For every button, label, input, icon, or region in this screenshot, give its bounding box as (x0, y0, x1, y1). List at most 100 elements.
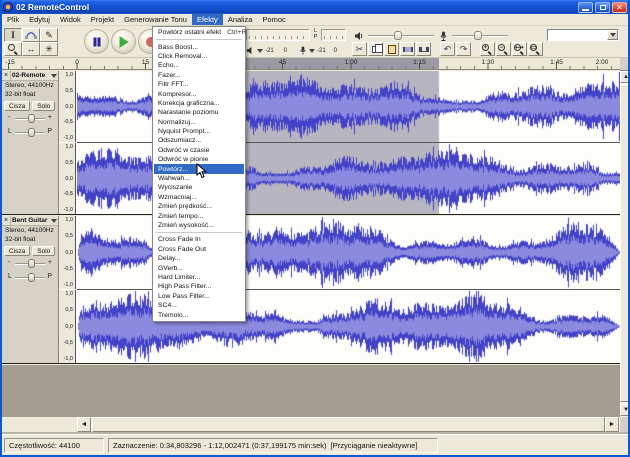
menu-plik[interactable]: Plik (2, 14, 24, 25)
effects-menu-item[interactable]: Low Pass Filter... (154, 292, 244, 301)
effects-menu-item[interactable]: Fazer... (154, 71, 244, 80)
gain-slider[interactable]: - + (6, 258, 54, 270)
effects-menu-item[interactable]: Wzmacniaj... (154, 193, 244, 202)
effects-menu-item[interactable]: SC4... (154, 301, 244, 310)
track-menu-icon[interactable] (51, 219, 57, 223)
track-menu-icon[interactable] (51, 74, 57, 78)
input-volume-slider[interactable] (452, 31, 508, 40)
selection-tool-icon[interactable]: I (4, 28, 22, 42)
menu-analiza[interactable]: Analiza (223, 14, 258, 25)
effects-menu-item[interactable]: Odwróć w czasie (154, 146, 244, 155)
effects-menu-item[interactable]: Tremolo... (154, 310, 244, 319)
effects-menu-item[interactable]: Odszumiacz... (154, 136, 244, 145)
effects-menu-item[interactable]: Korekcja graficzna... (154, 99, 244, 108)
menu-edytuj[interactable]: Edytuj (24, 14, 55, 25)
slider-thumb[interactable] (28, 259, 35, 268)
scrollbar-thumb[interactable] (92, 417, 605, 432)
title-bar[interactable]: 02 RemoteControl ✕ (0, 0, 630, 14)
effects-menu-item[interactable]: Powtórz ostatni efektCtrl+R (154, 28, 244, 37)
menu-pomoc[interactable]: Pomoc (257, 14, 290, 25)
effects-menu-item[interactable]: Zmień tempo... (154, 211, 244, 220)
play-button[interactable] (111, 29, 136, 54)
gain-slider[interactable]: - + (6, 113, 54, 125)
horizontal-scrollbar[interactable]: ◄ ► (2, 417, 620, 432)
vertical-scrollbar[interactable]: ▲ ▼ (620, 71, 630, 417)
effects-menu-item[interactable]: Normalizuj... (154, 118, 244, 127)
effects-menu-item[interactable]: Echo... (154, 61, 244, 70)
effects-menu-item[interactable]: Filtr FFT... (154, 80, 244, 89)
menu-efekty[interactable]: Efekty (192, 14, 223, 25)
slider-thumb[interactable] (28, 273, 35, 282)
zoom-out-button[interactable]: − (496, 42, 511, 56)
track-title[interactable]: Bent Guitar (11, 217, 50, 224)
silence-button[interactable] (416, 42, 431, 56)
mute-button[interactable]: Cisza (4, 101, 30, 111)
pan-slider[interactable]: L P (6, 272, 54, 284)
trim-button[interactable] (400, 42, 415, 56)
time-shift-tool-icon[interactable]: ↔ (22, 42, 40, 56)
effects-menu-item[interactable]: High Pass Filter... (154, 282, 244, 291)
slider-thumb[interactable] (28, 114, 35, 123)
slider-thumb[interactable] (474, 31, 482, 40)
zoom-tool-icon[interactable] (4, 42, 22, 56)
track-close-button[interactable]: × (2, 71, 11, 80)
restore-button[interactable] (595, 2, 610, 13)
menu-projekt[interactable]: Projekt (86, 14, 119, 25)
vertical-ruler[interactable]: 1,00,50,0-0,5-1,0 (59, 216, 76, 289)
timeline-ruler[interactable]: -1501530451:001:151:301:452:00 (2, 58, 620, 70)
effects-menu-item[interactable]: Bass Boost... (154, 42, 244, 51)
chevron-down-icon[interactable] (257, 49, 263, 53)
cut-button[interactable]: ✂ (352, 42, 367, 56)
envelope-tool-icon[interactable] (22, 28, 40, 42)
paste-button[interactable] (384, 42, 399, 56)
output-meter[interactable] (246, 29, 310, 41)
menu-generowanie-tonu[interactable]: Generowanie Tonu (119, 14, 192, 25)
pause-button[interactable] (84, 29, 109, 54)
effects-menu-item[interactable]: Narastanie poziomu (154, 108, 244, 117)
effects-menu-item[interactable]: Zmień prędkość... (154, 202, 244, 211)
multi-tool-icon[interactable]: ✳ (40, 42, 58, 56)
vertical-ruler[interactable]: 1,00,50,0-0,5-1,0 (59, 71, 76, 142)
effects-menu-item[interactable]: Zmień wysokość... (154, 221, 244, 230)
scroll-left-button[interactable]: ◄ (77, 417, 91, 432)
scroll-down-button[interactable]: ▼ (620, 404, 630, 416)
slider-thumb[interactable] (28, 128, 35, 137)
effects-menu-item[interactable]: Nyquist Prompt... (154, 127, 244, 136)
vertical-ruler[interactable]: 1,00,50,0-0,5-1,0 (59, 290, 76, 363)
combo-arrow-button[interactable] (607, 30, 618, 40)
undo-button[interactable]: ↶ (440, 42, 455, 56)
copy-button[interactable] (368, 42, 383, 56)
solo-button[interactable]: Solo (32, 246, 55, 256)
effects-menu-item[interactable]: GVerb... (154, 263, 244, 272)
scrollbar-thumb[interactable] (620, 84, 630, 402)
output-volume-slider[interactable] (368, 31, 434, 40)
solo-button[interactable]: Solo (32, 101, 55, 111)
input-source-select[interactable] (547, 29, 619, 41)
effects-menu-item[interactable]: Hard Limiter... (154, 273, 244, 282)
effects-menu-item[interactable]: Click Removal... (154, 52, 244, 61)
mute-button[interactable]: Cisza (4, 246, 30, 256)
scroll-up-button[interactable]: ▲ (620, 71, 630, 83)
vertical-ruler[interactable]: 1,00,50,0-0,5-1,0 (59, 143, 76, 214)
pan-slider[interactable]: L P (6, 127, 54, 139)
draw-tool-icon[interactable]: ✎ (40, 28, 58, 42)
meter-toolbar[interactable]: LP -210 -210 (246, 28, 346, 57)
track-close-button[interactable]: × (2, 216, 11, 225)
redo-button[interactable]: ↷ (456, 42, 471, 56)
chevron-down-icon[interactable] (309, 49, 315, 53)
minimize-button[interactable] (578, 2, 593, 13)
slider-thumb[interactable] (394, 31, 402, 40)
effects-menu-item[interactable]: Wyciszanie (154, 183, 244, 192)
scroll-right-button[interactable]: ► (605, 417, 619, 432)
effects-menu-item[interactable]: Kompresor... (154, 89, 244, 98)
effects-menu-item[interactable]: Cross Fade Out (154, 245, 244, 254)
zoom-in-button[interactable]: + (480, 42, 495, 56)
effects-menu-item[interactable]: Cross Fade In (154, 235, 244, 244)
close-button[interactable]: ✕ (612, 2, 627, 13)
zoom-fit-button[interactable]: ▭ (528, 42, 543, 56)
effects-menu-item[interactable]: Delay... (154, 254, 244, 263)
track-title[interactable]: 02-Remote (11, 72, 50, 79)
zoom-selection-button[interactable]: ⟷ (512, 42, 527, 56)
menu-widok[interactable]: Widok (55, 14, 86, 25)
input-meter[interactable] (321, 29, 346, 41)
